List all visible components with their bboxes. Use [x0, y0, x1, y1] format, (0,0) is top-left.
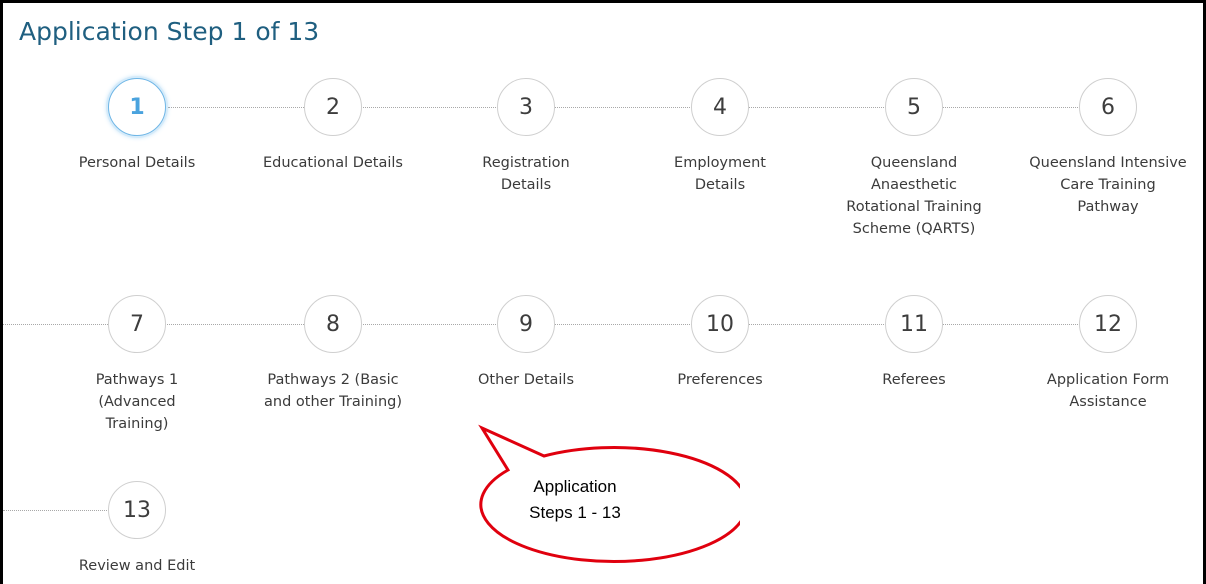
step-11[interactable]: 11 Referees — [823, 295, 1005, 391]
step-11-number: 11 — [885, 295, 943, 353]
step-3[interactable]: 3 Registration Details — [435, 78, 617, 196]
step-10-label: Preferences — [677, 372, 763, 388]
step-8-number: 8 — [304, 295, 362, 353]
step-8[interactable]: 8 Pathways 2 (Basic and other Training) — [242, 295, 424, 413]
step-13[interactable]: 13 Review and Edit — [46, 481, 228, 577]
step-2-label: Educational Details — [263, 155, 403, 171]
step-4[interactable]: 4 Employment Details — [629, 78, 811, 196]
callout-text: Application Steps 1 - 13 — [445, 474, 705, 526]
step-5-number: 5 — [885, 78, 943, 136]
step-13-label: Review and Edit — [78, 558, 196, 574]
step-6-label: Queensland Intensive Care Training Pathw… — [1029, 155, 1187, 215]
step-9-number: 9 — [497, 295, 555, 353]
step-12[interactable]: 12 Application Form Assistance — [1017, 295, 1199, 413]
step-9[interactable]: 9 Other Details — [435, 295, 617, 391]
step-4-label: Employment Details — [674, 155, 766, 193]
callout-line-2: Steps 1 - 13 — [529, 503, 621, 522]
callout-line-1: Application — [533, 477, 617, 496]
step-9-label: Other Details — [477, 372, 575, 388]
step-11-label: Referees — [882, 372, 946, 388]
step-5-label: Queensland Anaesthetic Rotational Traini… — [846, 155, 982, 237]
step-10[interactable]: 10 Preferences — [629, 295, 811, 391]
step-7-number: 7 — [108, 295, 166, 353]
step-1[interactable]: 1 Personal Details — [46, 78, 228, 174]
step-13-number: 13 — [108, 481, 166, 539]
step-2[interactable]: 2 Educational Details — [242, 78, 424, 174]
step-8-label: Pathways 2 (Basic and other Training) — [264, 372, 402, 410]
step-3-label: Registration Details — [482, 155, 570, 193]
step-12-number: 12 — [1079, 295, 1137, 353]
step-3-number: 3 — [497, 78, 555, 136]
step-10-number: 10 — [691, 295, 749, 353]
step-12-label: Application Form Assistance — [1046, 372, 1170, 410]
step-4-number: 4 — [691, 78, 749, 136]
step-5[interactable]: 5 Queensland Anaesthetic Rotational Trai… — [823, 78, 1005, 240]
step-6[interactable]: 6 Queensland Intensive Care Training Pat… — [1017, 78, 1199, 218]
step-1-label: Personal Details — [78, 155, 196, 171]
step-7-label: Pathways 1 (Advanced Training) — [95, 372, 179, 432]
step-1-number: 1 — [108, 78, 166, 136]
step-2-number: 2 — [304, 78, 362, 136]
step-7[interactable]: 7 Pathways 1 (Advanced Training) — [46, 295, 228, 435]
step-6-number: 6 — [1079, 78, 1137, 136]
page-title: Application Step 1 of 13 — [19, 17, 320, 46]
